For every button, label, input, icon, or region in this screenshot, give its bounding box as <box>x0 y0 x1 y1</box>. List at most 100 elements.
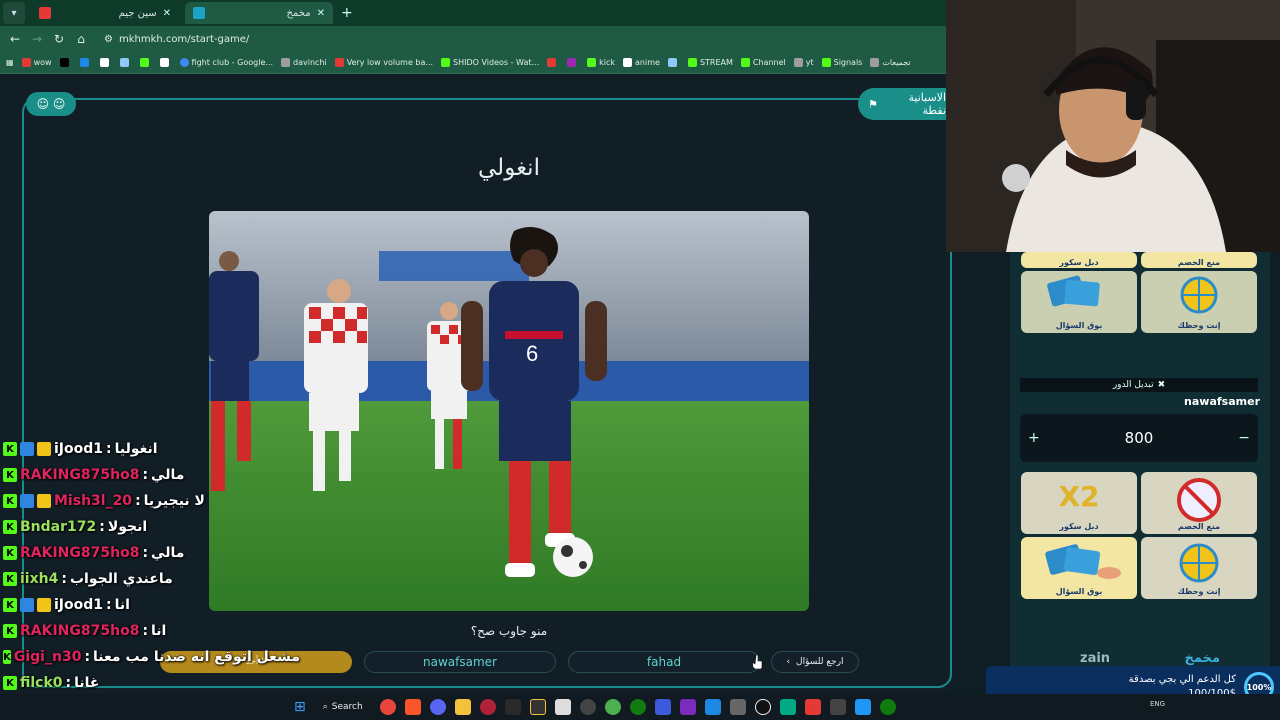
chat-username[interactable]: iJood1 <box>54 441 103 457</box>
decrease-score-button[interactable]: − <box>1238 430 1250 446</box>
team-score-pill: ⚑ الاسبانية نقطة <box>858 88 950 120</box>
notes-icon[interactable] <box>554 699 571 715</box>
chat-username[interactable]: RAKING875ho8 <box>20 545 139 561</box>
app-icon[interactable] <box>479 699 496 715</box>
chrome-icon[interactable] <box>379 699 396 715</box>
switch-turn-button[interactable]: تبديل الدور ✖ <box>1020 378 1258 392</box>
chat-message: Kfilck0 : غانا <box>0 670 300 696</box>
bookmark[interactable]: Very low volume ba... <box>334 58 433 67</box>
chat-username[interactable]: Bndar172 <box>20 519 96 535</box>
back-to-question-button[interactable]: ‹ ارجع للسؤال <box>771 651 859 673</box>
chat-text: لا نيجيريا <box>143 493 205 509</box>
taskbar-search-label: Search <box>331 702 363 712</box>
bookmark[interactable] <box>119 58 132 67</box>
powerup-card-double-score[interactable]: X2 دبل سكور <box>1021 472 1137 534</box>
bookmark[interactable]: wow <box>21 58 52 67</box>
app-icon[interactable] <box>804 699 821 715</box>
close-icon[interactable]: ✕ <box>163 8 171 19</box>
folder-icon[interactable] <box>454 699 471 715</box>
tab-2[interactable]: مخمخ ✕ <box>185 2 333 24</box>
windows-start-icon[interactable]: ⊞ <box>294 699 306 715</box>
tab-1[interactable]: سين جيم ✕ <box>31 2 179 24</box>
score-counter: + 800 − <box>1020 414 1258 462</box>
site-info-icon[interactable]: ⚙ <box>104 34 113 45</box>
chat-username[interactable]: Mish3l_20 <box>54 493 132 509</box>
taskbar-search-button[interactable]: ⌕ Search <box>315 698 371 716</box>
bookmark[interactable]: Signals <box>821 58 862 67</box>
powerup-card-double[interactable]: دبل سكور <box>1021 252 1137 268</box>
bookmark[interactable] <box>667 58 680 67</box>
bookmark[interactable] <box>567 58 579 67</box>
reload-icon[interactable]: ↻ <box>48 32 70 46</box>
close-icon[interactable]: ✕ <box>317 8 325 19</box>
xbox-icon[interactable] <box>629 699 646 715</box>
powerup-card-your-luck[interactable]: إنت وحظك <box>1141 537 1257 599</box>
forward-arrow-icon[interactable]: → <box>26 32 48 46</box>
tab-search-menu[interactable]: ▾ <box>3 2 25 24</box>
chat-username[interactable]: RAKING875ho8 <box>20 623 139 639</box>
bookmark[interactable]: anime <box>623 58 660 67</box>
bookmark[interactable]: kick <box>587 58 615 67</box>
answer-player2-button[interactable]: fahad <box>568 651 760 673</box>
powerup-card-question-cards[interactable]: بوق السؤال <box>1021 537 1137 599</box>
bookmark[interactable]: Channel <box>740 58 786 67</box>
increase-score-button[interactable]: + <box>1028 430 1040 446</box>
url-field[interactable]: ⚙ mkhmkh.com/start-game/ <box>98 29 946 49</box>
app-icon[interactable] <box>854 699 871 715</box>
app-icon[interactable] <box>704 699 721 715</box>
chat-message: K RAKING875ho8 : مالي <box>0 462 300 488</box>
bookmark-folder[interactable]: تجميعات <box>870 58 911 67</box>
microphone <box>1002 164 1030 192</box>
app-icon[interactable] <box>879 699 896 715</box>
bookmark[interactable] <box>99 58 112 67</box>
bookmark[interactable] <box>139 58 152 67</box>
swap-icon: ✖ <box>1157 380 1166 390</box>
bookmark-folder[interactable]: davinchi <box>281 58 327 67</box>
home-icon[interactable]: ⌂ <box>70 32 92 46</box>
obs-icon[interactable] <box>579 699 596 715</box>
chat-username[interactable]: RAKING875ho8 <box>20 467 139 483</box>
new-tab-button[interactable]: + <box>341 5 353 21</box>
powerup-card-cards[interactable]: بوق السؤال <box>1021 271 1137 333</box>
chat-username[interactable]: iJood1 <box>54 597 103 613</box>
answer-player1-button[interactable]: nawafsamer <box>364 651 556 673</box>
bookmark[interactable] <box>79 58 92 67</box>
app-icon[interactable] <box>679 699 696 715</box>
mkhmkh-logo: مخمخ <box>1184 650 1220 666</box>
powerup-card-block-opponent[interactable]: منع الخصم <box>1141 472 1257 534</box>
app-icon[interactable] <box>729 699 746 715</box>
app-icon[interactable] <box>779 699 796 715</box>
chat-username[interactable]: iixh4 <box>20 571 58 587</box>
app-icon[interactable] <box>829 699 846 715</box>
chat-message: K Bndar172 : انجولا <box>0 514 300 540</box>
bookmark[interactable]: fight club - Google... <box>179 58 273 67</box>
chat-username[interactable]: Gigi_n30 <box>14 649 82 665</box>
apps-grid-icon[interactable]: ▦ <box>6 58 14 67</box>
app-icon[interactable] <box>754 699 771 715</box>
url-text: mkhmkh.com/start-game/ <box>118 33 250 45</box>
bookmark[interactable]: SHIDO Videos - Wat... <box>441 58 539 67</box>
kick-icon: K <box>3 468 17 482</box>
powerup-card-block[interactable]: منع الخصم <box>1141 252 1257 268</box>
emoji-icon: ☺ ☺ <box>36 97 66 111</box>
app-icon[interactable] <box>654 699 671 715</box>
emoji-pill[interactable]: ☺ ☺ <box>26 92 76 116</box>
terminal-icon[interactable] <box>529 699 546 715</box>
powerup-card-luck[interactable]: إنت وحظك <box>1141 271 1257 333</box>
back-to-question-label: ارجع للسؤال <box>796 657 844 667</box>
epic-games-icon[interactable] <box>504 699 521 715</box>
discord-icon[interactable] <box>429 699 446 715</box>
back-arrow-icon[interactable]: ← <box>4 32 26 46</box>
chat-separator: : <box>99 519 105 535</box>
bookmark[interactable] <box>159 58 172 67</box>
chat-message: KiJood1 : انغوليا <box>0 436 300 462</box>
bookmark[interactable] <box>59 58 72 67</box>
bookmark[interactable]: STREAM <box>687 58 733 67</box>
bookmark-folder[interactable]: yt <box>793 58 814 67</box>
language-indicator[interactable]: ENG <box>1150 700 1165 708</box>
brave-icon[interactable] <box>404 699 421 715</box>
bookmark[interactable] <box>547 58 559 67</box>
browser-tab-bar: ▾ سين جيم ✕ مخمخ ✕ + <box>0 0 946 26</box>
chat-username[interactable]: filck0 <box>20 675 63 691</box>
color-app-icon[interactable] <box>604 699 621 715</box>
